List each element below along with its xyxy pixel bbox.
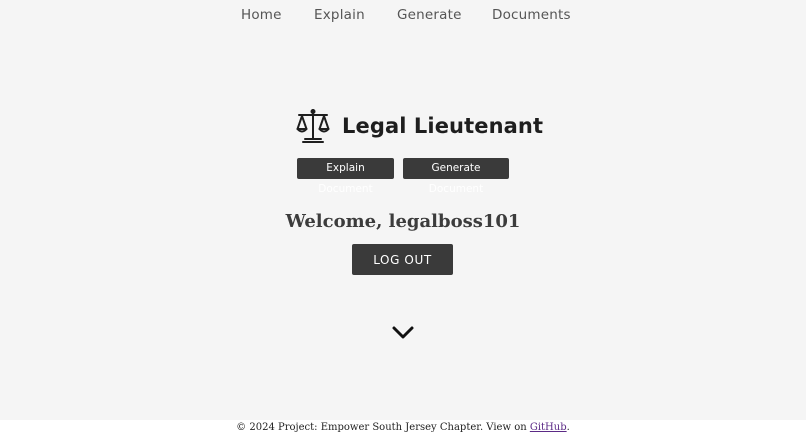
nav-home-link[interactable]: Home <box>241 7 282 23</box>
nav-explain-link[interactable]: Explain <box>314 7 365 23</box>
explain-document-button[interactable]: Explain Document <box>297 158 394 195</box>
welcome-message: Welcome, legalboss101 <box>285 211 521 232</box>
github-link[interactable]: GitHub <box>530 422 567 433</box>
brand-header: Legal Lieutenant <box>296 108 543 144</box>
page-footer: © 2024 Project: Empower South Jersey Cha… <box>0 420 806 435</box>
scales-of-justice-icon <box>296 108 330 144</box>
chevron-down-icon[interactable] <box>391 324 415 342</box>
nav-documents-link[interactable]: Documents <box>492 7 571 23</box>
logout-button[interactable]: LOG OUT <box>352 244 453 275</box>
app-title: Legal Lieutenant <box>342 114 544 138</box>
footer-text: © 2024 Project: Empower South Jersey Cha… <box>236 422 530 433</box>
top-nav: Home Explain Generate Documents <box>0 0 806 30</box>
footer-suffix: . <box>566 422 570 433</box>
generate-document-button[interactable]: Generate Document <box>403 158 509 195</box>
nav-generate-link[interactable]: Generate <box>397 7 462 23</box>
